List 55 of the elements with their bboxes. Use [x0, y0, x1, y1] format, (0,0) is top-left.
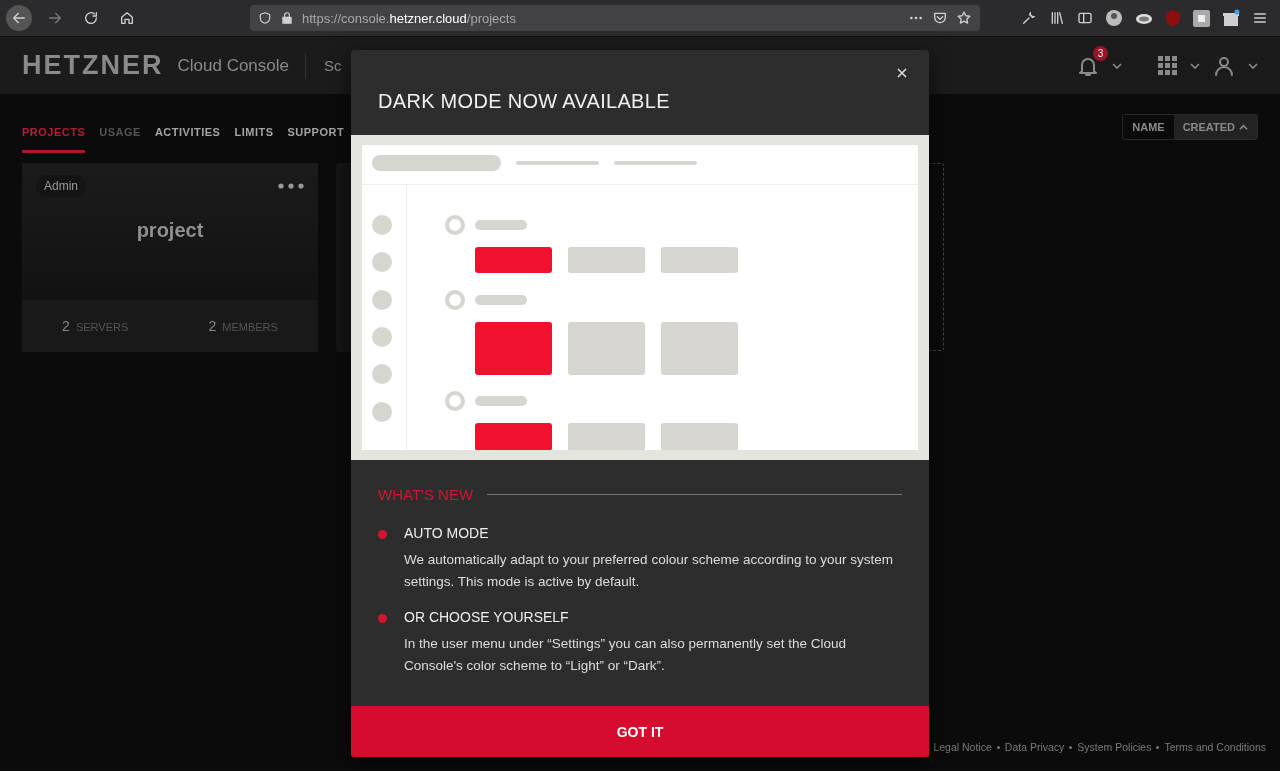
product-name: Cloud Console — [177, 52, 306, 79]
role-tag: Admin — [36, 175, 86, 197]
caret-up-icon — [1239, 122, 1248, 132]
section-title: WHAT'S NEW — [378, 486, 474, 503]
nav-tab[interactable]: SUPPORT — [287, 126, 345, 153]
project-name: project — [136, 219, 204, 242]
caret-icon — [1190, 60, 1200, 71]
feature-title: OR CHOOSE YOURSELF — [404, 609, 570, 625]
forward-arrow-icon[interactable] — [47, 10, 63, 26]
footer-link[interactable]: Data Privacy — [1004, 741, 1065, 753]
nav-tab[interactable]: ACTIVITIES — [154, 126, 221, 153]
bullet-icon — [378, 530, 387, 539]
square-extension-icon[interactable] — [1193, 9, 1210, 27]
close-icon — [897, 68, 907, 78]
project-stat: 2 MEMBERS — [208, 318, 278, 334]
separator-dot-icon — [1069, 745, 1073, 749]
back-arrow-icon[interactable] — [11, 10, 27, 26]
logo[interactable]: HETZNER — [22, 50, 164, 81]
url-text: https://console.hetzner.cloud/projects — [302, 10, 517, 26]
pocket-icon[interactable] — [932, 10, 948, 26]
apps-grid-icon[interactable] — [1158, 55, 1178, 76]
sidebar-icon[interactable] — [1077, 10, 1093, 26]
project-card[interactable]: Admin project 2 SERVERS 2 MEMBERS — [22, 163, 318, 352]
nav-tab[interactable]: PROJECTS — [22, 126, 86, 153]
wrench-icon[interactable] — [1021, 10, 1037, 26]
footer-link[interactable]: System Policies — [1077, 741, 1152, 753]
bullet-icon — [378, 614, 387, 623]
project-stat: 2 SERVERS — [62, 318, 129, 334]
caret-icon — [1248, 60, 1258, 71]
menu-icon[interactable] — [1252, 10, 1268, 26]
lock-icon — [280, 11, 294, 25]
sort-button[interactable]: CREATED — [1173, 115, 1257, 139]
shield-icon — [258, 11, 272, 25]
nav-tab[interactable]: LIMITS — [234, 126, 274, 153]
feature-description: In the user menu under “Settings” you can also permanently set the Cloud Console's color scheme to “Light” or “Dark”. — [404, 635, 847, 675]
reload-icon[interactable] — [83, 10, 99, 26]
feature-description: We automatically adapt to your preferred colour scheme according to your system settings. This mode is active by default. — [404, 551, 894, 591]
notification-badge: 3 — [1093, 45, 1108, 61]
footer-link[interactable]: Terms and Conditions — [1164, 741, 1266, 753]
caret-icon — [1112, 60, 1122, 71]
home-icon[interactable] — [119, 10, 135, 26]
separator-dot-icon — [1156, 745, 1160, 749]
footer-link[interactable]: Legal Notice — [933, 741, 992, 753]
avatar-icon[interactable] — [1105, 9, 1123, 27]
back-button[interactable] — [6, 5, 32, 31]
star-icon[interactable] — [956, 10, 972, 26]
got-it-button[interactable]: GOT IT — [351, 706, 929, 757]
dialog-title: DARK MODE NOW AVAILABLE — [378, 90, 670, 113]
gift-icon[interactable] — [1222, 9, 1240, 27]
more-options-icon[interactable] — [278, 183, 304, 189]
feature-title: AUTO MODE — [404, 525, 490, 541]
address-bar[interactable]: https://console.hetzner.cloud/projects — [250, 5, 980, 31]
library-icon[interactable] — [1049, 10, 1065, 26]
nav-link[interactable]: Sc — [324, 57, 342, 74]
separator-dot-icon — [996, 745, 1000, 749]
